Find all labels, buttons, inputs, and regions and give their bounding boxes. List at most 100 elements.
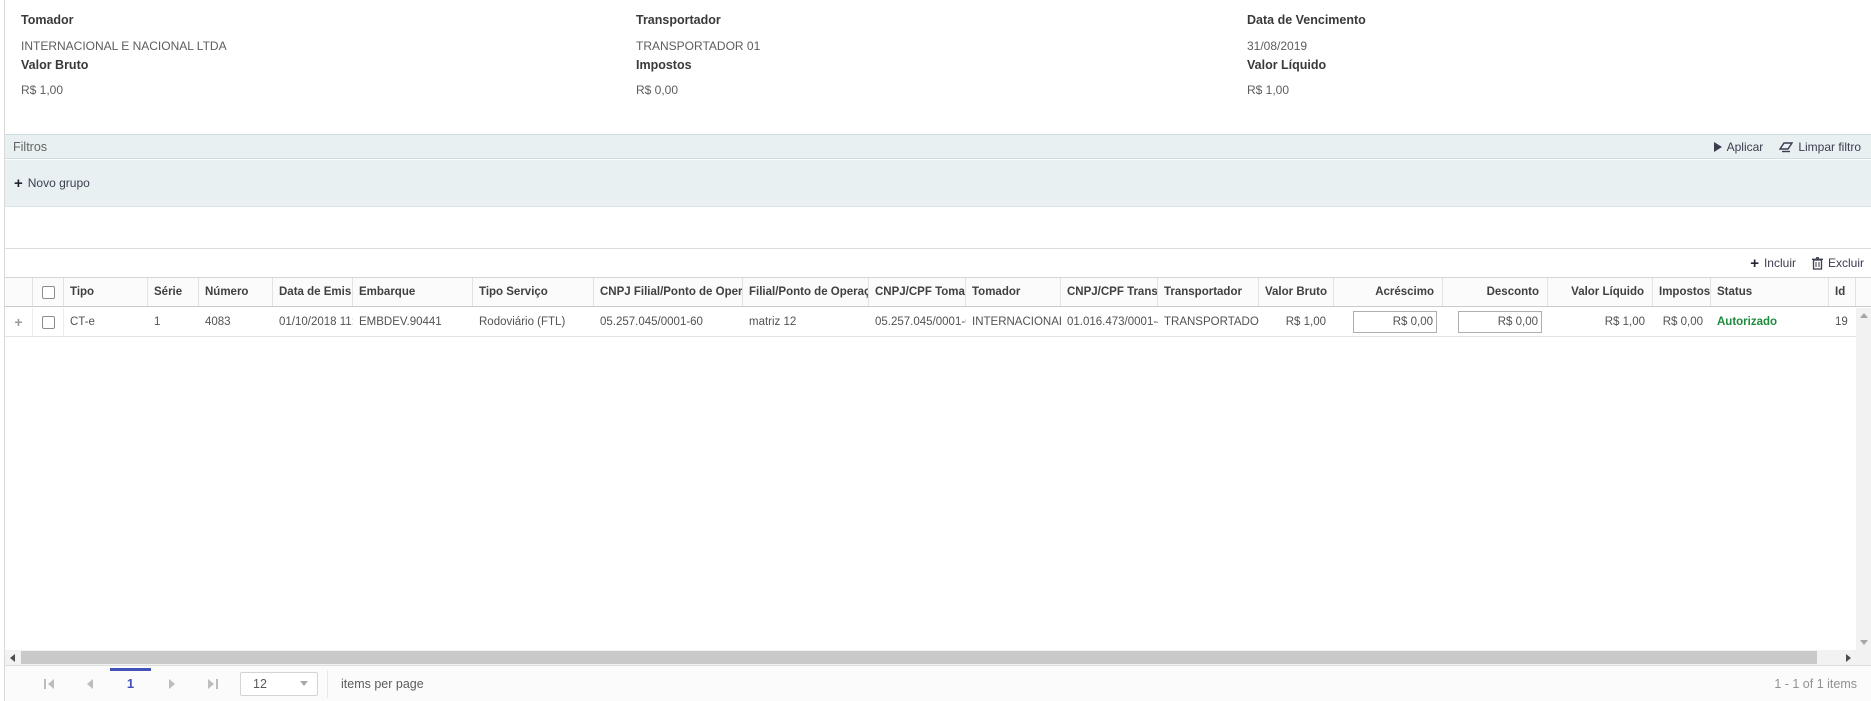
last-page-button[interactable] bbox=[192, 666, 233, 701]
cell-desconto bbox=[1443, 308, 1548, 336]
grid-header-row: Tipo Série Número Data de Emis... Embarq… bbox=[5, 277, 1871, 307]
filters-title: Filtros bbox=[13, 140, 1714, 154]
column-header-data-emissao[interactable]: Data de Emis... bbox=[273, 278, 353, 306]
delete-label: Excluir bbox=[1828, 256, 1864, 270]
data-vencimento-value: 31/08/2019 bbox=[1247, 39, 1307, 53]
cell-filial: matriz 12 bbox=[743, 308, 869, 336]
column-header-desconto[interactable]: Desconto bbox=[1443, 278, 1548, 306]
first-page-icon bbox=[44, 679, 46, 689]
cell-data-emissao: 01/10/2018 11:... bbox=[273, 308, 353, 336]
clear-filter-button[interactable]: Limpar filtro bbox=[1779, 140, 1861, 154]
desconto-input[interactable] bbox=[1458, 311, 1542, 333]
trash-icon bbox=[1812, 257, 1823, 270]
column-header-valor-liquido[interactable]: Valor Líquido bbox=[1548, 278, 1653, 306]
cell-acrescimo bbox=[1334, 308, 1443, 336]
transportador-label: Transportador bbox=[636, 13, 721, 27]
scroll-down-button[interactable] bbox=[1856, 635, 1871, 650]
column-header-numero[interactable]: Número bbox=[199, 278, 273, 306]
vertical-scrollbar[interactable] bbox=[1856, 308, 1871, 650]
column-header-tipo[interactable]: Tipo bbox=[64, 278, 148, 306]
play-icon bbox=[1714, 142, 1722, 152]
column-header-cnpj-tomador[interactable]: CNPJ/CPF Tomad... bbox=[869, 278, 966, 306]
column-header-filial[interactable]: Filial/Ponto de Operação bbox=[743, 278, 869, 306]
scroll-left-button[interactable] bbox=[5, 650, 20, 665]
row-checkbox[interactable] bbox=[42, 316, 55, 329]
column-header-cnpj-transportador[interactable]: CNPJ/CPF Transp... bbox=[1061, 278, 1158, 306]
chevron-left-icon bbox=[10, 654, 15, 662]
column-header-transportador[interactable]: Transportador bbox=[1158, 278, 1259, 306]
cell-cnpj-tomador: 05.257.045/0001-60 bbox=[869, 308, 966, 336]
column-header-embarque[interactable]: Embarque bbox=[353, 278, 473, 306]
page-size-dropdown[interactable]: 12 bbox=[240, 672, 318, 696]
cell-transportador: TRANSPORTADOR ... bbox=[1158, 308, 1259, 336]
pager-nav: 1 bbox=[5, 666, 233, 701]
valor-bruto-value: R$ 1,00 bbox=[21, 83, 63, 97]
delete-button[interactable]: Excluir bbox=[1812, 256, 1864, 270]
filters-actions: Aplicar Limpar filtro bbox=[1714, 140, 1861, 154]
status-badge: Autorizado bbox=[1711, 308, 1829, 336]
clear-filter-label: Limpar filtro bbox=[1798, 140, 1861, 154]
page-size-value: 12 bbox=[241, 677, 300, 691]
cell-id: 19 bbox=[1829, 308, 1856, 336]
eraser-icon bbox=[1779, 141, 1793, 153]
cell-impostos: R$ 0,00 bbox=[1653, 308, 1711, 336]
row-select-cell bbox=[33, 308, 64, 336]
scroll-right-button[interactable] bbox=[1841, 650, 1856, 665]
page-number-1[interactable]: 1 bbox=[110, 666, 151, 701]
valor-bruto-label: Valor Bruto bbox=[21, 58, 88, 72]
column-header-impostos[interactable]: Impostos bbox=[1653, 278, 1711, 306]
impostos-value: R$ 0,00 bbox=[636, 83, 678, 97]
row-expand-cell: + bbox=[5, 308, 33, 336]
acrescimo-input[interactable] bbox=[1353, 311, 1437, 333]
column-header-status[interactable]: Status bbox=[1711, 278, 1829, 306]
select-all-column-header bbox=[33, 278, 64, 306]
cell-valor-liquido: R$ 1,00 bbox=[1548, 308, 1653, 336]
column-header-valor-bruto[interactable]: Valor Bruto bbox=[1259, 278, 1334, 306]
previous-page-button[interactable] bbox=[69, 666, 110, 701]
pager-separator bbox=[327, 670, 328, 698]
summary-panel: Tomador INTERNACIONAL E NACIONAL LTDA Va… bbox=[5, 0, 1871, 134]
column-header-tipo-servico[interactable]: Tipo Serviço bbox=[473, 278, 594, 306]
first-page-button[interactable] bbox=[28, 666, 69, 701]
cell-tipo-servico: Rodoviário (FTL) bbox=[473, 308, 594, 336]
new-group-button[interactable]: + Novo grupo bbox=[14, 176, 90, 191]
grid-toolbar: + Incluir Excluir bbox=[5, 248, 1871, 277]
plus-icon: + bbox=[1750, 256, 1759, 271]
cell-serie: 1 bbox=[148, 308, 199, 336]
plus-icon: + bbox=[14, 176, 23, 191]
column-header-acrescimo[interactable]: Acréscimo bbox=[1334, 278, 1443, 306]
expand-row-icon[interactable]: + bbox=[11, 308, 26, 336]
include-button[interactable]: + Incluir bbox=[1750, 256, 1796, 271]
table-row[interactable]: + CT-e 1 4083 01/10/2018 11:... EMBDEV.9… bbox=[5, 308, 1856, 337]
cell-cnpj-filial: 05.257.045/0001-60 bbox=[594, 308, 743, 336]
valor-liquido-value: R$ 1,00 bbox=[1247, 83, 1289, 97]
chevron-up-icon bbox=[1860, 313, 1868, 318]
pager-range-label: 1 - 1 of 1 items bbox=[1774, 677, 1857, 691]
chevron-down-icon bbox=[300, 681, 308, 686]
apply-filter-button[interactable]: Aplicar bbox=[1714, 140, 1764, 154]
cell-tomador: INTERNACIONAL E... bbox=[966, 308, 1061, 336]
include-label: Incluir bbox=[1764, 256, 1796, 270]
column-header-id[interactable]: Id bbox=[1829, 278, 1856, 306]
filters-bar: Filtros Aplicar Limpar filtro bbox=[5, 134, 1871, 159]
cell-numero: 4083 bbox=[199, 308, 273, 336]
next-page-button[interactable] bbox=[151, 666, 192, 701]
horizontal-scrollbar-thumb[interactable] bbox=[21, 651, 1817, 664]
filter-group-area: + Novo grupo bbox=[5, 160, 1871, 207]
impostos-label: Impostos bbox=[636, 58, 692, 72]
column-header-cnpj-filial[interactable]: CNPJ Filial/Ponto de Operação bbox=[594, 278, 743, 306]
chevron-right-icon bbox=[169, 679, 175, 689]
column-header-serie[interactable]: Série bbox=[148, 278, 199, 306]
new-group-label: Novo grupo bbox=[28, 176, 90, 190]
cell-valor-bruto: R$ 1,00 bbox=[1259, 308, 1334, 336]
chevron-right-icon bbox=[1846, 654, 1851, 662]
items-per-page-label: items per page bbox=[341, 677, 424, 691]
expand-column-header bbox=[5, 278, 33, 306]
select-all-checkbox[interactable] bbox=[42, 286, 55, 299]
column-header-tomador[interactable]: Tomador bbox=[966, 278, 1061, 306]
apply-filter-label: Aplicar bbox=[1727, 140, 1764, 154]
horizontal-scrollbar[interactable] bbox=[5, 650, 1871, 665]
chevron-left-icon bbox=[87, 679, 93, 689]
scroll-up-button[interactable] bbox=[1856, 308, 1871, 323]
chevron-left-icon bbox=[48, 679, 54, 689]
